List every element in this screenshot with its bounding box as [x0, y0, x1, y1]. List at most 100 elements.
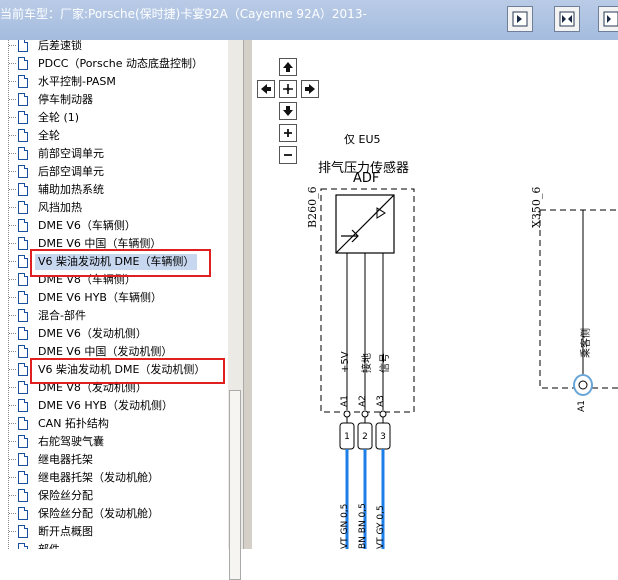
tree-item-label: PDCC（Porsche 动态底盘控制）	[38, 57, 203, 70]
tree-connector	[9, 459, 16, 460]
tree-item[interactable]: DME V6（车辆侧）	[0, 217, 228, 235]
tree-connector	[9, 225, 16, 226]
tree-connector	[9, 441, 16, 442]
document-icon	[18, 129, 28, 142]
tree-connector	[9, 279, 16, 280]
tree-item[interactable]: CAN 拓扑结构	[0, 415, 228, 433]
pin-function-label: 接地	[362, 353, 373, 373]
pin-id-label: A2	[358, 395, 368, 407]
tree-item[interactable]: 保险丝分配	[0, 487, 228, 505]
tree-item[interactable]: 继电器托架	[0, 451, 228, 469]
document-icon	[18, 147, 28, 160]
document-icon	[18, 399, 28, 412]
tree-connector	[9, 405, 16, 406]
multi-page-view-icon	[603, 11, 618, 27]
tree-connector	[9, 63, 16, 64]
wire-color-label: VT GY 0,5	[376, 505, 386, 549]
tree-item[interactable]: 全轮 (1)	[0, 109, 228, 127]
tree-item[interactable]: 混合-部件	[0, 307, 228, 325]
tree-item[interactable]: 后部空调单元	[0, 163, 228, 181]
document-icon	[18, 489, 28, 502]
tree-item[interactable]: 断开点概图	[0, 523, 228, 541]
tree-item-label: 后差速锁	[38, 40, 82, 52]
document-icon	[18, 237, 28, 250]
tree-connector	[9, 297, 16, 298]
document-icon	[18, 453, 28, 466]
tree-connector	[9, 477, 16, 478]
tree-connector	[9, 207, 16, 208]
pin-function-label: +5V	[340, 351, 351, 373]
wiring-diagram-tree[interactable]: 后差速锁 PDCC（Porsche 动态底盘控制） 水平控制-PASM 停车制动器 全轮…	[0, 40, 228, 549]
tree-item[interactable]: 辅助加热系统	[0, 181, 228, 199]
tree-scrollbar-thumb[interactable]	[229, 390, 241, 580]
tree-item[interactable]: 继电器托架（发动机舱）	[0, 469, 228, 487]
schematic: 1 2 3	[320, 188, 618, 549]
tree-connector	[9, 351, 16, 352]
document-icon	[18, 291, 28, 304]
tree-item-label: CAN 拓扑结构	[38, 417, 109, 430]
tree-item-label: DME V6（发动机侧）	[38, 327, 147, 340]
single-page-view-icon	[512, 11, 528, 27]
tree-connector	[9, 243, 16, 244]
document-icon	[18, 165, 28, 178]
right-pin-label: A1	[577, 400, 587, 412]
document-icon	[18, 381, 28, 394]
document-icon	[18, 57, 28, 70]
tree-connector	[9, 117, 16, 118]
tree-item-label: 保险丝分配（发动机舱）	[38, 507, 159, 520]
tree-item-label: DME V6 HYB（发动机侧）	[38, 399, 173, 412]
tree-item[interactable]: DME V6 HYB（车辆侧）	[0, 289, 228, 307]
tree-connector	[9, 45, 16, 46]
tree-item-label: 保险丝分配	[38, 489, 93, 502]
single-page-view-button[interactable]	[507, 6, 533, 32]
tree-connector	[9, 81, 16, 82]
tree-item[interactable]: 右舵驾驶气囊	[0, 433, 228, 451]
tree-item[interactable]: PDCC（Porsche 动态底盘控制）	[0, 55, 228, 73]
tree-connector	[9, 369, 16, 370]
pin-id-label: A3	[376, 395, 386, 407]
pin-terminal	[343, 410, 351, 418]
tree-item[interactable]: 水平控制-PASM	[0, 73, 228, 91]
tree-item[interactable]: 全轮	[0, 127, 228, 145]
tree-item-label: 风挡加热	[38, 201, 82, 214]
tree-item[interactable]: 前部空调单元	[0, 145, 228, 163]
document-icon	[18, 471, 28, 484]
pin-terminal	[379, 410, 387, 418]
tree-item[interactable]: 保险丝分配（发动机舱）	[0, 505, 228, 523]
tree-item-label: 水平控制-PASM	[38, 75, 116, 88]
tree-connector	[9, 189, 16, 190]
pressure-sensor-symbol	[335, 194, 395, 254]
wire-color-label: VT GN 0,5	[340, 503, 350, 549]
document-icon	[18, 327, 28, 340]
tree-item[interactable]: 后差速锁	[0, 40, 228, 55]
tree-connector	[9, 261, 16, 262]
document-icon	[18, 507, 28, 520]
tree-item-label: DME V6（车辆侧）	[38, 219, 136, 232]
document-icon	[18, 201, 28, 214]
tree-item-label: 混合-部件	[38, 309, 86, 322]
two-page-view-button[interactable]	[554, 6, 580, 32]
document-icon	[18, 435, 28, 448]
tree-item-label: 右舵驾驶气囊	[38, 435, 104, 448]
multi-page-view-button[interactable]	[598, 6, 618, 32]
tree-item[interactable]: 部件	[0, 541, 228, 549]
tree-item[interactable]: DME V6 HYB（发动机侧）	[0, 397, 228, 415]
tree-item[interactable]: 风挡加热	[0, 199, 228, 217]
wiring-diagram-canvas[interactable]: 仅 EU5 排气压力传感器 ADF B260_6 X350_6 123 +5V A…	[252, 40, 618, 549]
document-icon	[18, 525, 28, 538]
tree-item-label: 辅助加热系统	[38, 183, 104, 196]
panel-splitter[interactable]	[243, 40, 252, 549]
two-page-view-icon	[559, 11, 575, 27]
document-icon	[18, 111, 28, 124]
tree-scrollbar[interactable]	[228, 40, 243, 580]
right-side-label: 乘客侧	[581, 328, 592, 358]
document-icon	[18, 309, 28, 322]
tree-item[interactable]: 停车制动器	[0, 91, 228, 109]
document-icon	[18, 273, 28, 286]
document-icon	[18, 417, 28, 430]
tree-item-label: 断开点概图	[38, 525, 93, 538]
tree-item[interactable]: DME V6（发动机侧）	[0, 325, 228, 343]
tree-connector	[9, 315, 16, 316]
tree-connector	[9, 387, 16, 388]
pin-terminal	[361, 410, 369, 418]
